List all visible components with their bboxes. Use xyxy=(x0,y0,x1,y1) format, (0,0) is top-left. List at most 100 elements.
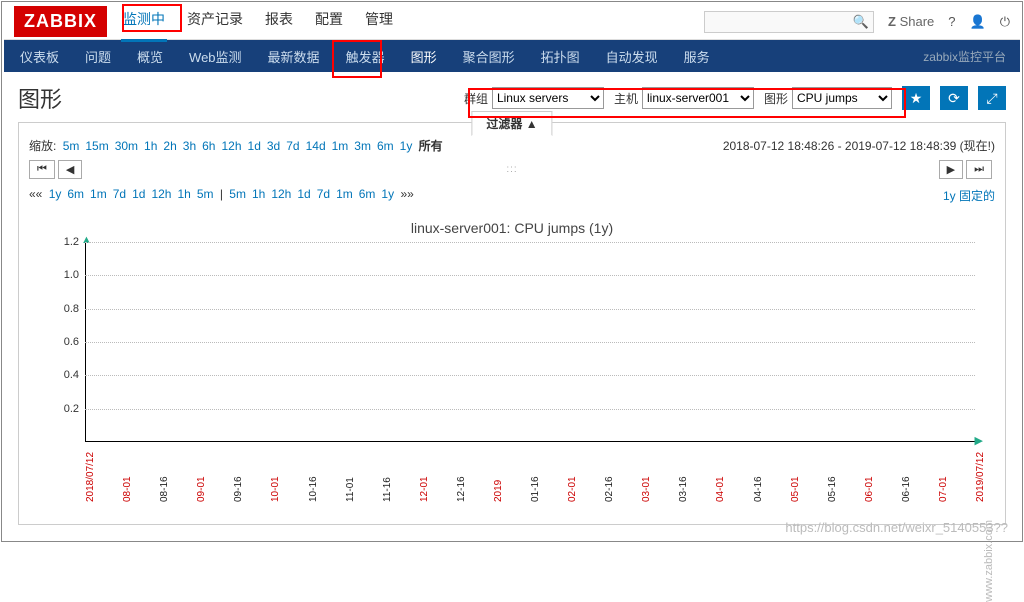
x-tick: 05-16 xyxy=(827,476,837,502)
x-tick: 2019 xyxy=(493,480,503,502)
step-link[interactable]: 1m xyxy=(336,187,353,201)
x-tick: 02-16 xyxy=(604,476,614,502)
refresh-button[interactable]: ⟳ xyxy=(940,86,968,110)
step-link[interactable]: 1h xyxy=(177,187,190,201)
x-tick: 04-16 xyxy=(753,476,763,502)
step-link[interactable]: 5m xyxy=(229,187,246,201)
zoom-link[interactable]: 12h xyxy=(221,139,241,153)
step-link[interactable]: 6m xyxy=(359,187,376,201)
x-tick: 12-16 xyxy=(456,476,466,502)
fullscreen-button[interactable]: ⤢ xyxy=(978,86,1006,110)
help-icon[interactable]: ? xyxy=(948,14,955,29)
zoom-link[interactable]: 1y xyxy=(400,139,413,153)
chart: linux-server001: CPU jumps (1y) ▲ ▶ 0.20… xyxy=(19,212,1005,524)
zabbix-logo: ZABBIX xyxy=(14,6,107,37)
step-link[interactable]: 7d xyxy=(317,187,330,201)
subnav-item[interactable]: 问题 xyxy=(83,43,113,72)
logout-icon[interactable]: ⏻ xyxy=(1000,14,1010,30)
step-link[interactable]: 7d xyxy=(113,187,126,201)
zoom-link[interactable]: 5m xyxy=(63,139,80,153)
blog-watermark: https://blog.csdn.net/weixr_5140553?? xyxy=(785,520,1008,535)
platform-label: zabbix监控平台 xyxy=(923,48,1006,65)
x-tick: 03-16 xyxy=(678,476,688,502)
zoom-link[interactable]: 1m xyxy=(332,139,349,153)
filter-panel: 过滤器 ▲ 缩放: 5m15m30m1h2h3h6h12h1d3d7d14d1m… xyxy=(18,122,1006,525)
topnav-item[interactable]: 报表 xyxy=(263,2,295,42)
x-tick: 05-01 xyxy=(790,476,800,502)
subnav-item[interactable]: 最新数据 xyxy=(266,43,322,72)
subnav-item[interactable]: 服务 xyxy=(682,43,712,72)
x-tick: 06-01 xyxy=(864,476,874,502)
graph-label: 图形 xyxy=(764,90,788,107)
zoom-all[interactable]: 所有 xyxy=(419,139,443,153)
topnav-item[interactable]: 配置 xyxy=(313,2,345,42)
zoom-link[interactable]: 30m xyxy=(115,139,138,153)
group-select[interactable]: Linux servers xyxy=(492,87,604,109)
step-link[interactable]: 1h xyxy=(252,187,265,201)
y-tick: 1.2 xyxy=(64,236,85,248)
zoom-link[interactable]: 7d xyxy=(286,139,299,153)
zoom-link[interactable]: 3h xyxy=(183,139,196,153)
subnav-item[interactable]: 仪表板 xyxy=(18,43,61,72)
step-link[interactable]: 12h xyxy=(271,187,291,201)
topnav-item[interactable]: 资产记录 xyxy=(185,2,245,42)
fixed-label: 1y 固定的 xyxy=(943,187,995,204)
y-tick: 0.8 xyxy=(64,303,85,315)
nav-next-button[interactable]: ▶ xyxy=(939,160,963,179)
steps-left: «« 1y6m1m7d1d12h1h5m | 5m1h12h1d7d1m6m1y… xyxy=(29,187,414,204)
x-tick: 02-01 xyxy=(567,476,577,502)
x-tick: 2019/07/12 xyxy=(975,452,985,502)
user-icon[interactable]: 👤 xyxy=(970,14,986,30)
x-tick: 10-01 xyxy=(270,476,280,502)
topnav-item[interactable]: 管理 xyxy=(363,2,395,42)
x-tick: 12-01 xyxy=(419,476,429,502)
zoom-link[interactable]: 3d xyxy=(267,139,280,153)
nav-first-button[interactable]: ⏮ xyxy=(29,160,55,179)
subnav-item[interactable]: 概览 xyxy=(135,43,165,72)
step-link[interactable]: 1y xyxy=(381,187,394,201)
subnav-item[interactable]: 触发器 xyxy=(344,43,387,72)
subnav-item[interactable]: 自动发现 xyxy=(604,43,660,72)
zoom-link[interactable]: 2h xyxy=(163,139,176,153)
selector-row: 群组 Linux servers 主机 linux-server001 图形 C… xyxy=(458,86,1006,110)
subnav-item[interactable]: 拓扑图 xyxy=(539,43,582,72)
subnav-item[interactable]: Web监测 xyxy=(187,43,244,72)
zoom-link[interactable]: 3m xyxy=(354,139,371,153)
subnav-item[interactable]: 聚合图形 xyxy=(461,43,517,72)
nav-last-button[interactable]: ⏭ xyxy=(966,160,992,179)
graph-select[interactable]: CPU jumps xyxy=(792,87,892,109)
page-title: 图形 xyxy=(18,82,62,114)
x-tick: 09-01 xyxy=(196,476,206,502)
favorite-button[interactable]: ★ xyxy=(902,86,930,110)
zoom-link[interactable]: 6m xyxy=(377,139,394,153)
x-tick: 2018/07/12 xyxy=(85,452,95,502)
step-link[interactable]: 1d xyxy=(297,187,310,201)
x-tick: 11-01 xyxy=(345,477,355,502)
step-link[interactable]: 6m xyxy=(67,187,84,201)
filter-tab[interactable]: 过滤器 ▲ xyxy=(471,111,552,136)
share-link[interactable]: Z Share xyxy=(888,14,934,29)
x-tick: 09-16 xyxy=(233,476,243,502)
x-tick: 01-16 xyxy=(530,476,540,502)
step-link[interactable]: 1m xyxy=(90,187,107,201)
topnav-item[interactable]: 监测中 xyxy=(121,2,167,42)
host-select[interactable]: linux-server001 xyxy=(642,87,754,109)
subnav-item[interactable]: 图形 xyxy=(409,43,439,75)
sub-nav: 仪表板问题概览 Web监测最新数据触发器图形聚合图形拓扑图自动发现服务 zabbi… xyxy=(4,40,1020,72)
step-link[interactable]: 1d xyxy=(132,187,145,201)
zoom-link[interactable]: 15m xyxy=(85,139,108,153)
y-tick: 0.4 xyxy=(64,369,85,381)
zoom-link[interactable]: 1h xyxy=(144,139,157,153)
step-link[interactable]: 12h xyxy=(151,187,171,201)
step-link[interactable]: 1y xyxy=(49,187,62,201)
search-input[interactable]: 🔍 xyxy=(704,11,874,33)
zoom-link[interactable]: 14d xyxy=(306,139,326,153)
nav-dots: ::: xyxy=(85,164,938,175)
x-tick: 08-01 xyxy=(122,476,132,502)
zoom-link[interactable]: 6h xyxy=(202,139,215,153)
x-tick: 10-16 xyxy=(308,476,318,502)
zoom-links: 缩放: 5m15m30m1h2h3h6h12h1d3d7d14d1m3m6m1y… xyxy=(29,137,443,154)
nav-prev-button[interactable]: ◀ xyxy=(58,160,82,179)
zoom-link[interactable]: 1d xyxy=(248,139,261,153)
step-link[interactable]: 5m xyxy=(197,187,214,201)
